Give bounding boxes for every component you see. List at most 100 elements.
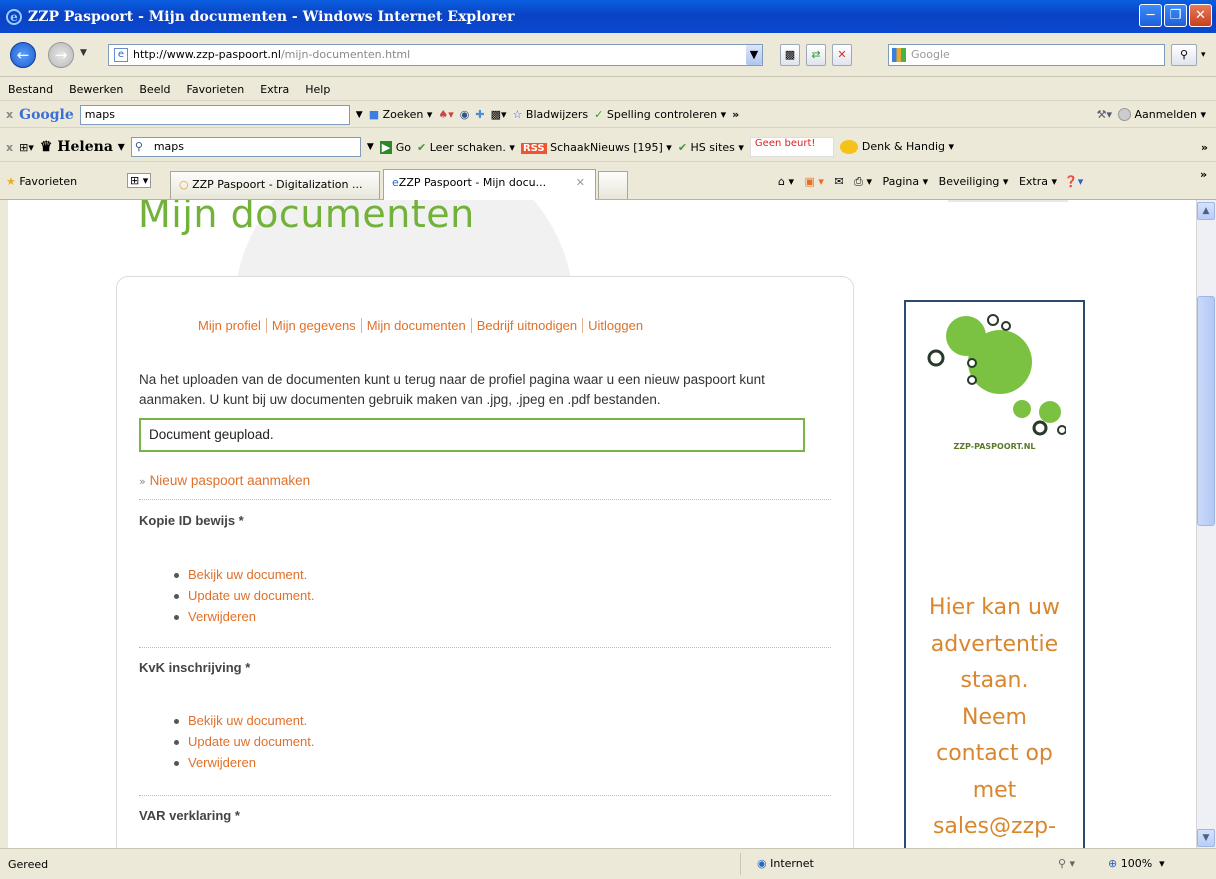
menu-extra[interactable]: Extra bbox=[252, 83, 297, 96]
minimize-button[interactable]: ─ bbox=[1139, 4, 1162, 27]
update-id-document-link[interactable]: Update uw document. bbox=[188, 588, 314, 603]
helena-query-input[interactable]: ⚲ maps bbox=[130, 137, 361, 157]
address-input[interactable]: e http://www.zzp-paspoort.nl/mijn-docume… bbox=[108, 44, 763, 66]
close-toolbar-icon[interactable]: x bbox=[6, 108, 13, 121]
bullet-icon bbox=[174, 761, 179, 767]
view-id-document-link[interactable]: Bekijk uw document. bbox=[188, 567, 307, 582]
new-passport-link[interactable]: Nieuw paspoort aanmaken bbox=[150, 473, 311, 488]
search-icon: ■ bbox=[368, 108, 380, 121]
bullet-icon bbox=[174, 740, 179, 746]
delete-kvk-document-link[interactable]: Verwijderen bbox=[188, 755, 256, 770]
beveiliging-menu[interactable]: Beveiliging ▾ bbox=[939, 175, 1009, 188]
bookmarks-button[interactable]: ☆ Bladwijzers bbox=[513, 108, 589, 121]
security-zone[interactable]: ◉ Internet bbox=[757, 857, 814, 870]
search-input[interactable]: Google bbox=[888, 44, 1165, 66]
menu-help[interactable]: Help bbox=[297, 83, 338, 96]
update-kvk-document-link[interactable]: Update uw document. bbox=[188, 734, 314, 749]
denk-handig-link[interactable]: Denk & Handig ▾ bbox=[840, 140, 954, 154]
tab-digitalization[interactable]: ○ ZZP Paspoort - Digitalization ... bbox=[170, 171, 380, 199]
nav-bedrijf-uitnodigen[interactable]: Bedrijf uitnodigen bbox=[470, 318, 582, 333]
feeds-icon[interactable]: ▣ ▾ bbox=[805, 175, 824, 188]
ad-line: advertentie bbox=[930, 631, 1059, 657]
popup-blocker-icon[interactable]: ♠▾ bbox=[438, 108, 453, 121]
history-dropdown-icon[interactable]: ▼ bbox=[80, 48, 87, 58]
new-tab-button[interactable] bbox=[598, 171, 628, 199]
menu-bestand[interactable]: Bestand bbox=[0, 83, 61, 96]
chess-link[interactable]: ✔ Leer schaken. ▾ bbox=[417, 141, 515, 154]
menu-bewerken[interactable]: Bewerken bbox=[61, 83, 131, 96]
compat-view-icon[interactable]: ▩ bbox=[780, 44, 800, 66]
wrench-icon[interactable]: ⚒▾ bbox=[1097, 108, 1112, 121]
command-bar-more[interactable]: » bbox=[1200, 168, 1207, 181]
print-icon[interactable]: ⎙ ▾ bbox=[854, 175, 872, 188]
helena-more[interactable]: » bbox=[1201, 141, 1216, 154]
tab-close-icon[interactable]: ✕ bbox=[576, 170, 585, 196]
zoom-control[interactable]: ⊕ 100% ▾ bbox=[1108, 857, 1165, 870]
close-helena-toolbar-icon[interactable]: x bbox=[6, 141, 13, 154]
google-query-input[interactable]: maps bbox=[79, 104, 350, 125]
hs-label: HS sites bbox=[690, 140, 735, 154]
close-window-button[interactable]: ✕ bbox=[1189, 4, 1212, 27]
google-toolbar-more[interactable]: » bbox=[732, 108, 739, 121]
tab-loading-icon: ○ bbox=[179, 178, 189, 191]
news-link[interactable]: RSS SchaakNieuws [195] ▾ bbox=[520, 141, 672, 154]
signin-button[interactable]: Aanmelden ▾ bbox=[1117, 107, 1216, 122]
mail-icon[interactable]: ✉ bbox=[834, 175, 843, 188]
helena-query: maps bbox=[153, 140, 184, 153]
magnifier-icon: ⚲ bbox=[134, 140, 143, 153]
search-options-icon[interactable]: ▾ bbox=[1201, 50, 1206, 60]
quick-tabs-icon[interactable]: ⊞ ▾ bbox=[127, 173, 152, 188]
logo-ring bbox=[987, 314, 999, 326]
google-search-icon bbox=[892, 48, 906, 62]
tab-2-label: ZZP Paspoort - Mijn docu... bbox=[398, 176, 547, 189]
add-button-icon[interactable]: ✚ bbox=[475, 108, 484, 121]
scroll-up-icon[interactable]: ▲ bbox=[1197, 202, 1215, 220]
tab-mijn-documenten[interactable]: eZZP Paspoort - Mijn docu... ✕ bbox=[383, 169, 596, 200]
nav-mijn-documenten[interactable]: Mijn documenten bbox=[360, 318, 471, 333]
delete-id-document-link[interactable]: Verwijderen bbox=[188, 609, 256, 624]
sidewiki-icon[interactable]: ◉ bbox=[460, 108, 470, 121]
address-dropdown-icon[interactable]: ▼ bbox=[746, 45, 762, 65]
window-title-bar[interactable]: e ZZP Paspoort - Mijn documenten - Windo… bbox=[0, 0, 1216, 33]
nav-mijn-gegevens[interactable]: Mijn gegevens bbox=[265, 318, 361, 333]
ad-line: sales@zzp- bbox=[932, 814, 1057, 839]
logo-bubble bbox=[968, 330, 1032, 394]
view-kvk-document-link[interactable]: Bekijk uw document. bbox=[188, 713, 307, 728]
google-toolbar: x Google maps ▼ ■ Zoeken ▾ ♠▾ ◉ ✚ ▩▾ ☆ B… bbox=[0, 102, 1216, 128]
menu-beeld[interactable]: Beeld bbox=[131, 83, 178, 96]
go-button[interactable]: ▶ Go bbox=[379, 140, 411, 154]
maximize-button[interactable]: ❐ bbox=[1164, 4, 1187, 27]
page-icon: e bbox=[114, 48, 128, 62]
hs-sites-link[interactable]: ✔ HS sites ▾ bbox=[678, 141, 744, 154]
menu-favorieten[interactable]: Favorieten bbox=[179, 83, 253, 96]
stop-icon[interactable]: ✕ bbox=[832, 44, 852, 66]
zzp-logo bbox=[927, 314, 1066, 436]
helena-brand: ♛ Helena ▾ bbox=[39, 139, 125, 155]
spelling-button[interactable]: ✓ Spelling controleren ▾ bbox=[594, 108, 726, 121]
chess-label: Leer schaken. bbox=[429, 140, 506, 154]
protected-mode-icon[interactable]: ⚲ ▾ bbox=[1058, 857, 1075, 870]
screen-icon[interactable]: ▩▾ bbox=[491, 108, 507, 121]
favorites-button[interactable]: ★ Favorieten bbox=[6, 175, 77, 188]
pagina-menu[interactable]: Pagina ▾ bbox=[882, 175, 928, 188]
refresh-icon[interactable]: ⇄ bbox=[806, 44, 826, 66]
home-icon[interactable]: ⌂ ▾ bbox=[778, 175, 794, 188]
back-button[interactable]: ← bbox=[10, 42, 36, 68]
nav-mijn-profiel[interactable]: Mijn profiel bbox=[193, 318, 266, 333]
logo-ring bbox=[1032, 420, 1048, 436]
hs-check-icon: ✔ bbox=[677, 140, 688, 154]
search-go-icon[interactable]: ⚲ bbox=[1171, 44, 1197, 66]
helena-menu-icon[interactable]: ⊞▾ bbox=[19, 141, 34, 154]
nav-uitloggen[interactable]: Uitloggen bbox=[582, 318, 648, 333]
scroll-thumb[interactable] bbox=[1197, 296, 1215, 526]
help-icon[interactable]: ❓▾ bbox=[1064, 175, 1083, 188]
tab-1-label: ZZP Paspoort - Digitalization ... bbox=[192, 178, 363, 191]
forward-button[interactable]: → bbox=[48, 42, 74, 68]
scroll-down-icon[interactable]: ▼ bbox=[1197, 829, 1215, 847]
zoeken-button[interactable]: ■ Zoeken ▾ bbox=[369, 108, 433, 121]
query-dropdown-icon[interactable]: ▼ bbox=[356, 110, 363, 120]
helena-dropdown-icon[interactable]: ▼ bbox=[367, 142, 374, 152]
extra-menu[interactable]: Extra ▾ bbox=[1019, 175, 1057, 188]
bullet-icon bbox=[174, 573, 179, 579]
signin-label: Aanmelden bbox=[1134, 107, 1197, 121]
